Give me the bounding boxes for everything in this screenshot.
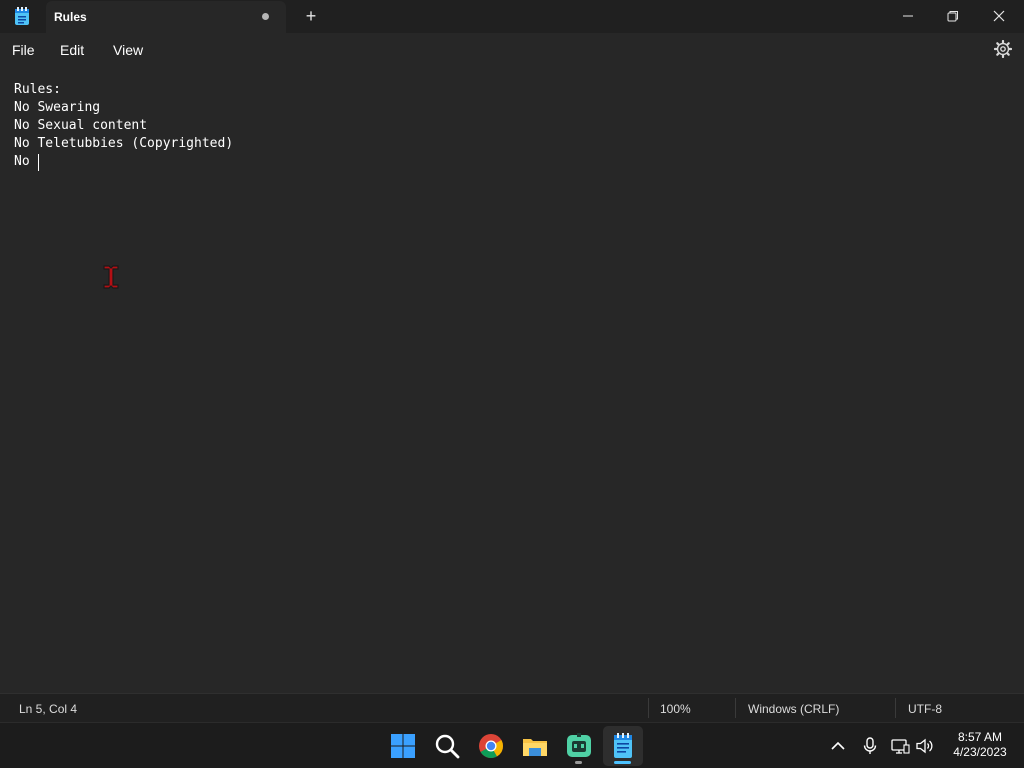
close-button[interactable] — [976, 0, 1022, 30]
tab-rules[interactable]: Rules — [46, 1, 286, 33]
text-caret — [38, 154, 39, 171]
status-divider — [648, 698, 649, 718]
restore-icon — [947, 11, 958, 22]
minimize-icon — [903, 15, 913, 17]
taskbar: 8:57 AM 4/23/2023 — [0, 722, 1024, 768]
file-explorer-icon[interactable] — [520, 731, 550, 761]
system-clock[interactable]: 8:57 AM 4/23/2023 — [940, 730, 1020, 760]
active-indicator — [614, 761, 631, 764]
editor-line: No Swearing — [14, 100, 101, 115]
chevron-up-icon[interactable] — [828, 736, 848, 756]
microphone-icon[interactable] — [860, 736, 880, 756]
unsaved-indicator[interactable] — [262, 13, 269, 20]
clock-date: 4/23/2023 — [953, 745, 1007, 759]
start-icon[interactable] — [388, 731, 418, 761]
volume-icon[interactable] — [915, 736, 935, 756]
zoom-level: 100% — [660, 702, 691, 716]
menu-view[interactable]: View — [113, 42, 143, 58]
tab-title: Rules — [54, 10, 87, 24]
robot-app-icon[interactable] — [564, 731, 594, 761]
restore-button[interactable] — [930, 0, 976, 30]
network-icon[interactable] — [890, 736, 910, 756]
line-ending: Windows (CRLF) — [748, 702, 840, 716]
status-divider — [735, 698, 736, 718]
text-editor[interactable]: Rules: No Swearing No Sexual content No … — [0, 67, 1024, 692]
chrome-icon[interactable] — [476, 731, 506, 761]
editor-line: No Sexual content — [14, 118, 148, 133]
menu-file[interactable]: File — [12, 42, 35, 58]
editor-line: No — [14, 154, 38, 169]
status-bar: Ln 5, Col 4 100% Windows (CRLF) UTF-8 — [0, 693, 1024, 722]
cursor-position: Ln 5, Col 4 — [19, 702, 78, 716]
settings-gear-icon[interactable] — [994, 40, 1012, 58]
encoding: UTF-8 — [908, 702, 942, 716]
notepad-app-icon — [15, 7, 29, 25]
status-divider — [895, 698, 896, 718]
menu-edit[interactable]: Edit — [60, 42, 84, 58]
editor-line: Rules: — [14, 82, 61, 97]
notepad-window: Rules + File Edit View Rules: No Swearin… — [0, 0, 1024, 722]
menu-bar: File Edit View — [0, 33, 1024, 67]
clock-time: 8:57 AM — [957, 730, 1003, 744]
title-bar: Rules + — [0, 0, 1024, 33]
minimize-button[interactable] — [885, 0, 931, 30]
close-icon — [993, 10, 1005, 22]
ibeam-cursor-icon — [103, 265, 119, 289]
search-icon[interactable] — [432, 731, 462, 761]
running-indicator — [575, 761, 582, 764]
editor-line: No Teletubbies (Copyrighted) — [14, 136, 234, 151]
notepad-icon[interactable] — [608, 731, 638, 761]
new-tab-button[interactable]: + — [300, 5, 322, 27]
